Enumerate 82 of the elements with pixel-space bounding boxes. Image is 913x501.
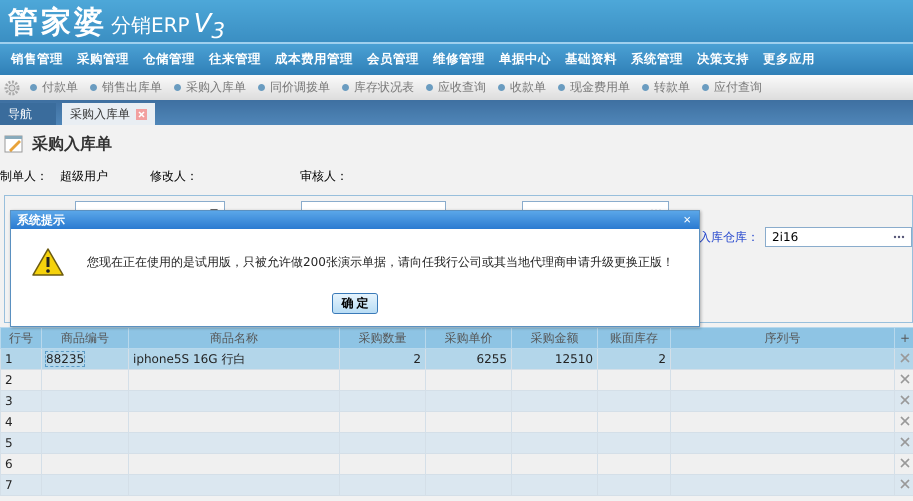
dialog-title: 系统提示 xyxy=(17,212,65,228)
column-header: 采购数量 xyxy=(340,328,426,348)
bullet-icon xyxy=(30,84,37,91)
bullet-icon xyxy=(174,84,181,91)
table-cell: 5 xyxy=(5,436,13,450)
column-header: 采购金额 xyxy=(512,328,598,348)
field-label: 制单人： xyxy=(0,168,48,184)
quick-link[interactable]: 同价调拨单 xyxy=(270,79,330,96)
menu-item[interactable]: 销售管理 xyxy=(4,51,70,68)
bullet-icon xyxy=(342,84,349,91)
menu-item[interactable]: 成本费用管理 xyxy=(268,51,360,68)
delete-icon[interactable] xyxy=(900,458,910,468)
menu-item[interactable]: 更多应用 xyxy=(756,51,822,68)
bullet-icon xyxy=(498,84,505,91)
delete-icon[interactable] xyxy=(900,395,910,405)
gear-icon[interactable] xyxy=(4,80,20,96)
field-label: 入库仓库： xyxy=(699,228,759,246)
table-cell: 1 xyxy=(5,352,13,366)
menu-item[interactable]: 决策支持 xyxy=(690,51,756,68)
menu-item[interactable]: 基础资料 xyxy=(558,51,624,68)
tab[interactable]: 采购入库单 xyxy=(62,103,155,125)
menu-item[interactable]: 采购管理 xyxy=(70,51,136,68)
quick-link[interactable]: 付款单 xyxy=(42,79,78,96)
delete-icon[interactable] xyxy=(900,416,910,426)
add-row-button[interactable]: + xyxy=(894,328,913,348)
menu-item[interactable]: 单据中心 xyxy=(492,51,558,68)
column-header: 商品名称 xyxy=(128,328,340,348)
field-label: 修改人： xyxy=(150,168,198,184)
edit-icon xyxy=(4,134,24,154)
column-header: 账面库存 xyxy=(598,328,670,348)
menu-item[interactable]: 维修管理 xyxy=(426,51,492,68)
close-button[interactable]: × xyxy=(681,212,693,228)
bullet-icon xyxy=(702,84,709,91)
delete-icon[interactable] xyxy=(900,374,910,384)
quick-link[interactable]: 应付查询 xyxy=(714,79,762,96)
delete-icon[interactable] xyxy=(900,353,910,363)
quick-link[interactable]: 收款单 xyxy=(510,79,546,96)
quick-link[interactable]: 转款单 xyxy=(654,79,690,96)
quick-link[interactable]: 采购入库单 xyxy=(186,79,246,96)
column-header: 商品编号 xyxy=(42,328,128,348)
warning-icon xyxy=(31,247,65,277)
table-cell: 2 xyxy=(5,373,13,387)
quick-link[interactable]: 应收查询 xyxy=(438,79,486,96)
field-label: 审核人： xyxy=(300,168,348,184)
dialog-message: 您现在正在使用的是试用版，只被允许做200张演示单据，请向任我行公司或其当地代理商申请升级更换正版！ xyxy=(87,254,674,270)
table-cell: 2 xyxy=(413,352,421,366)
quick-link[interactable]: 库存状况表 xyxy=(354,79,414,96)
logo-product: 分销ERP xyxy=(111,12,190,39)
bullet-icon xyxy=(558,84,565,91)
bullet-icon xyxy=(642,84,649,91)
delete-icon[interactable] xyxy=(900,437,910,447)
tab[interactable]: 导航 xyxy=(0,103,56,125)
menu-item[interactable]: 会员管理 xyxy=(360,51,426,68)
logo-brand: 管家婆 xyxy=(8,4,107,42)
column-header: 采购单价 xyxy=(426,328,512,348)
table-cell: 2 xyxy=(658,352,666,366)
column-header: 序列号 xyxy=(670,328,894,348)
logo-version: V$_{3}$ xyxy=(194,9,226,44)
field-value: 超级用户 xyxy=(60,168,108,184)
table-cell: 88235 xyxy=(46,352,84,366)
input-field[interactable]: 2i16 xyxy=(765,227,912,247)
quick-link[interactable]: 现金费用单 xyxy=(570,79,630,96)
bullet-icon xyxy=(90,84,97,91)
ok-button[interactable]: 确 定 xyxy=(332,293,378,314)
table-cell: 4 xyxy=(5,415,13,429)
table-cell: 3 xyxy=(5,394,13,408)
quick-link[interactable]: 销售出库单 xyxy=(102,79,162,96)
menu-item[interactable]: 仓储管理 xyxy=(136,51,202,68)
close-icon[interactable] xyxy=(136,108,147,120)
table-cell: 6255 xyxy=(476,352,507,366)
bullet-icon xyxy=(258,84,265,91)
table-cell: 12510 xyxy=(554,352,593,366)
column-header: 行号 xyxy=(0,328,42,348)
page-title: 采购入库单 xyxy=(32,134,112,154)
more-icon[interactable] xyxy=(893,235,905,239)
menu-item[interactable]: 往来管理 xyxy=(202,51,268,68)
delete-icon[interactable] xyxy=(900,479,910,489)
bullet-icon xyxy=(426,84,433,91)
table-cell: iphone5S 16G 行白 xyxy=(133,352,246,366)
table-cell: 7 xyxy=(5,478,13,492)
table-cell: 6 xyxy=(5,457,13,471)
menu-item[interactable]: 系统管理 xyxy=(624,51,690,68)
